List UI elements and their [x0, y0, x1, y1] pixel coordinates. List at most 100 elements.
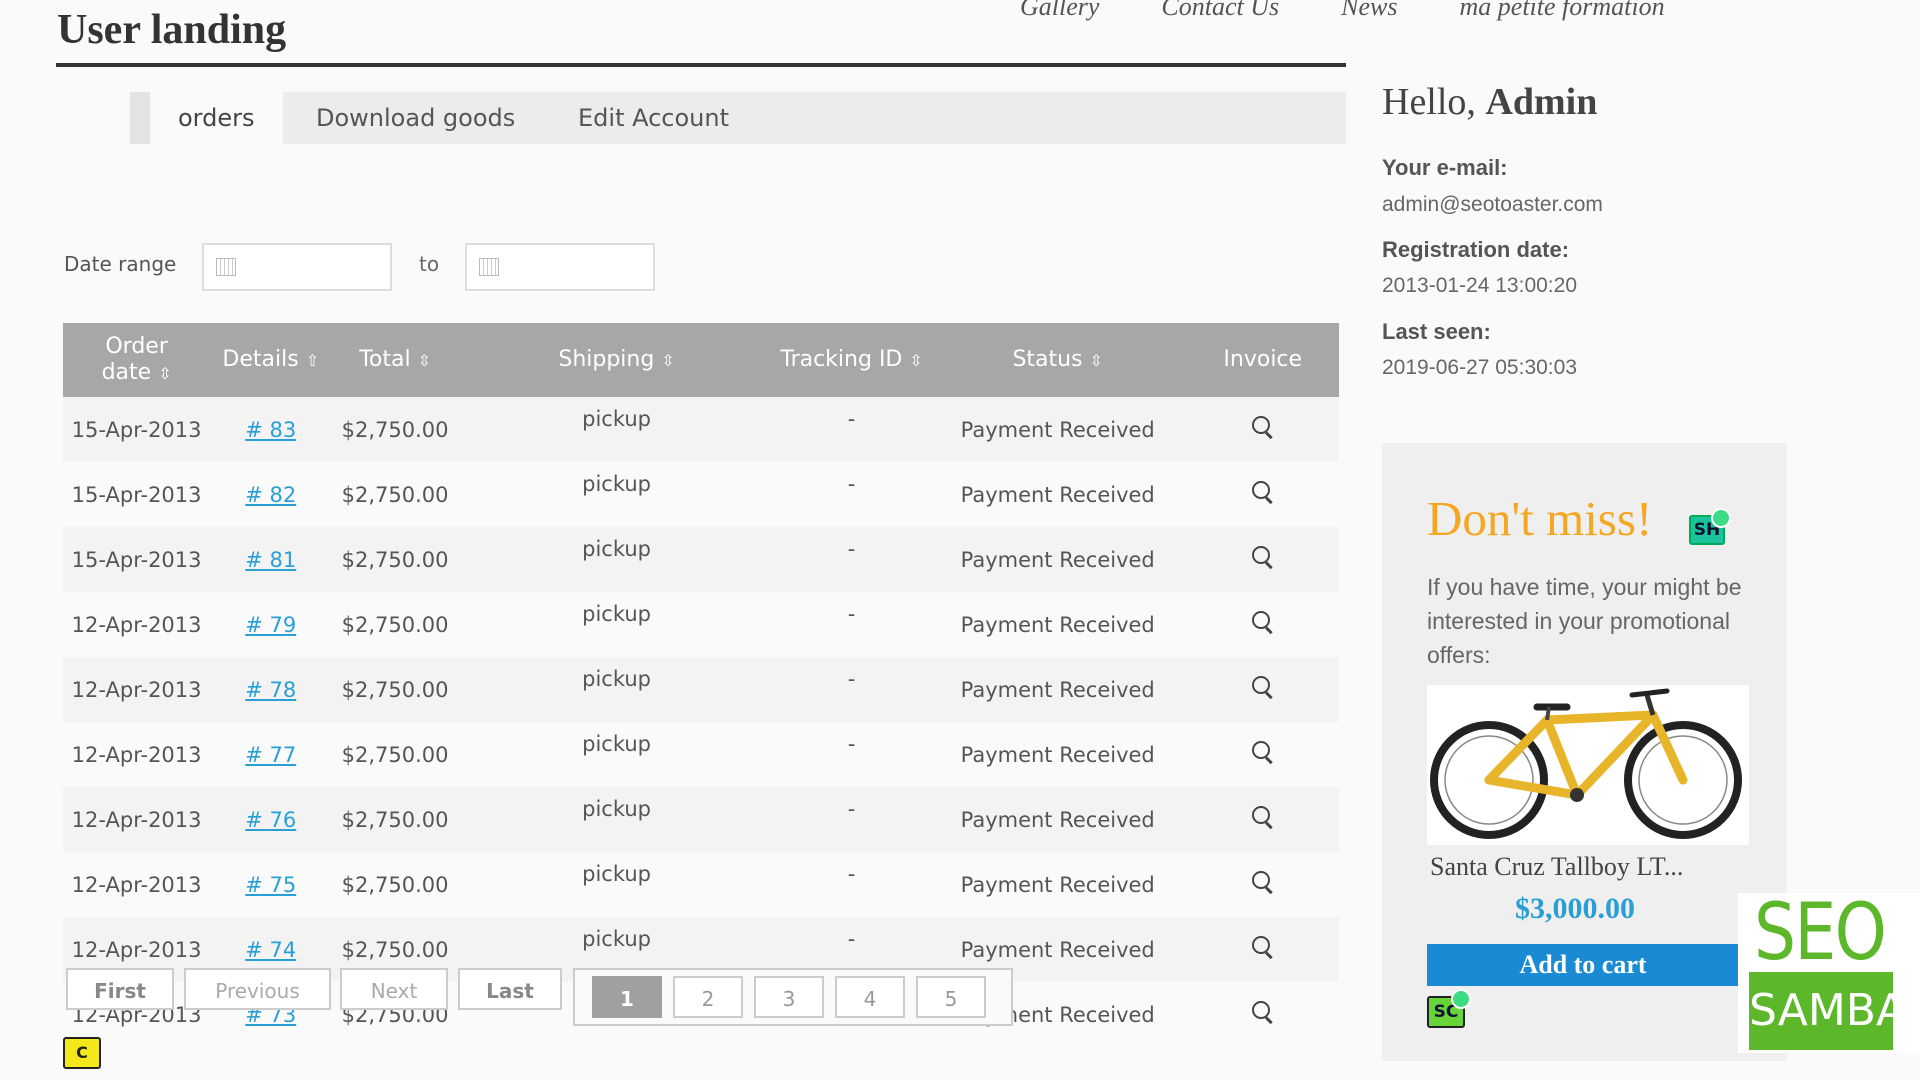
- order-details-cell: # 76: [210, 787, 331, 852]
- order-details-link[interactable]: # 78: [245, 678, 296, 702]
- pagination-next-button[interactable]: Next: [340, 968, 448, 1010]
- orders-table-body: 15-Apr-2013 # 83 $2,750.00 pickup - Payment R…: [63, 397, 1339, 1047]
- order-details-link[interactable]: # 82: [245, 483, 296, 507]
- col-details-label: Details: [222, 346, 299, 372]
- page-number-2[interactable]: 2: [673, 976, 743, 1018]
- logo-seo-text: SEO: [1754, 888, 1887, 978]
- order-date-cell: 15-Apr-2013: [71, 482, 202, 507]
- col-shipping[interactable]: Shipping ⇳: [459, 323, 774, 397]
- page-number-1[interactable]: 1: [592, 976, 662, 1018]
- order-status-cell: Payment Received: [960, 807, 1155, 832]
- date-to-label: to: [419, 252, 440, 276]
- col-order-date[interactable]: Order date ⇳: [63, 323, 210, 397]
- order-date-cell: 12-Apr-2013: [71, 742, 202, 767]
- order-status-cell: Payment Received: [960, 547, 1155, 572]
- sort-icon: ⇳: [417, 350, 431, 370]
- pagination-last-button[interactable]: Last: [458, 968, 562, 1010]
- nav-link-formation[interactable]: ma petite formation: [1460, 0, 1665, 22]
- date-to-input[interactable]: [465, 243, 655, 291]
- col-tracking[interactable]: Tracking ID ⇳: [774, 323, 929, 397]
- date-from-input[interactable]: [202, 243, 392, 291]
- orders-table: Order date ⇳ Details ⇧ Total ⇳ Shipping …: [63, 323, 1339, 1047]
- order-total-cell: $2,750.00: [341, 742, 449, 767]
- order-tracking-cell: -: [847, 602, 856, 626]
- col-status[interactable]: Status ⇳: [929, 323, 1187, 397]
- nav-link-contact[interactable]: Contact Us: [1161, 0, 1279, 22]
- col-tracking-label: Tracking ID: [780, 346, 903, 372]
- page-number-5[interactable]: 5: [916, 976, 986, 1018]
- order-invoice-cell: [1186, 592, 1339, 657]
- order-total-cell: $2,750.00: [341, 807, 449, 832]
- product-image[interactable]: [1427, 685, 1749, 845]
- table-row: 12-Apr-2013 # 77 $2,750.00 pickup - Payment R…: [63, 722, 1339, 787]
- nav-link-news[interactable]: News: [1341, 0, 1397, 22]
- sc-edit-badge[interactable]: SC: [1427, 989, 1471, 1028]
- date-range-label: Date range: [64, 252, 177, 276]
- search-icon[interactable]: [1251, 416, 1274, 440]
- logo-samba-text: SAMBA: [1749, 972, 1906, 1050]
- sh-edit-badge[interactable]: SH: [1689, 508, 1731, 545]
- order-details-link[interactable]: # 77: [245, 743, 296, 767]
- page-title: User landing: [57, 7, 287, 53]
- search-icon[interactable]: [1251, 871, 1274, 895]
- search-icon[interactable]: [1251, 481, 1274, 505]
- order-details-link[interactable]: # 75: [245, 873, 296, 897]
- col-order-date-label: date: [101, 359, 152, 385]
- page-number-3[interactable]: 3: [754, 976, 824, 1018]
- search-icon[interactable]: [1251, 806, 1274, 830]
- order-details-link[interactable]: # 83: [245, 418, 296, 442]
- nav-link-gallery[interactable]: Gallery: [1020, 0, 1099, 22]
- order-total-cell: $2,750.00: [341, 872, 449, 897]
- promo-text: If you have time, your might be interest…: [1427, 574, 1742, 668]
- calendar-icon[interactable]: [216, 258, 236, 276]
- order-date-cell: 12-Apr-2013: [71, 807, 202, 832]
- tab-download-goods[interactable]: Download goods: [288, 92, 543, 144]
- order-details-link[interactable]: # 81: [245, 548, 296, 572]
- order-details-link[interactable]: # 74: [245, 938, 296, 962]
- greeting: Hello, Admin: [1382, 80, 1597, 124]
- order-tracking-cell: -: [847, 667, 856, 691]
- sort-icon: ⇳: [909, 350, 923, 370]
- c-edit-badge[interactable]: C: [63, 1037, 101, 1069]
- product-name[interactable]: Santa Cruz Tallboy LT...: [1430, 852, 1683, 882]
- search-icon[interactable]: [1251, 611, 1274, 635]
- table-row: 15-Apr-2013 # 81 $2,750.00 pickup - Payment R…: [63, 527, 1339, 592]
- email-label: Your e-mail:: [1382, 155, 1508, 180]
- order-tracking-cell: -: [847, 797, 856, 821]
- page-number-4[interactable]: 4: [835, 976, 905, 1018]
- search-icon[interactable]: [1251, 936, 1274, 960]
- search-icon[interactable]: [1251, 546, 1274, 570]
- order-details-link[interactable]: # 79: [245, 613, 296, 637]
- order-date-cell: 12-Apr-2013: [71, 677, 202, 702]
- order-invoice-cell: [1186, 917, 1339, 982]
- table-row: 15-Apr-2013 # 82 $2,750.00 pickup - Payment R…: [63, 462, 1339, 527]
- table-row: 12-Apr-2013 # 78 $2,750.00 pickup - Payment R…: [63, 657, 1339, 722]
- search-icon[interactable]: [1251, 741, 1274, 765]
- order-total-cell: $2,750.00: [341, 482, 449, 507]
- search-icon[interactable]: [1251, 676, 1274, 700]
- sort-icon: ⇳: [661, 350, 675, 370]
- add-to-cart-button[interactable]: Add to cart: [1427, 944, 1739, 986]
- order-details-cell: # 83: [210, 397, 331, 462]
- pagination-previous-button[interactable]: Previous: [184, 968, 331, 1010]
- col-details[interactable]: Details ⇧: [210, 323, 331, 397]
- col-total-label: Total: [359, 346, 411, 372]
- order-invoice-cell: [1186, 657, 1339, 722]
- tab-edit-account[interactable]: Edit Account: [550, 92, 757, 144]
- order-invoice-cell: [1186, 722, 1339, 787]
- order-status-cell: Payment Received: [960, 742, 1155, 767]
- col-invoice: Invoice: [1223, 347, 1303, 372]
- col-total[interactable]: Total ⇳: [331, 323, 459, 397]
- order-tracking-cell: -: [847, 862, 856, 886]
- tab-orders[interactable]: orders: [150, 92, 283, 144]
- order-total-cell: $2,750.00: [341, 677, 449, 702]
- order-details-link[interactable]: # 76: [245, 808, 296, 832]
- order-invoice-cell: [1186, 982, 1339, 1047]
- bicycle-icon: [1430, 688, 1742, 839]
- order-tracking-cell: -: [847, 732, 856, 756]
- calendar-icon[interactable]: [479, 258, 499, 276]
- order-tracking-cell: -: [847, 472, 856, 496]
- order-invoice-cell: [1186, 462, 1339, 527]
- pagination-first-button[interactable]: First: [66, 968, 174, 1010]
- search-icon[interactable]: [1251, 1001, 1274, 1025]
